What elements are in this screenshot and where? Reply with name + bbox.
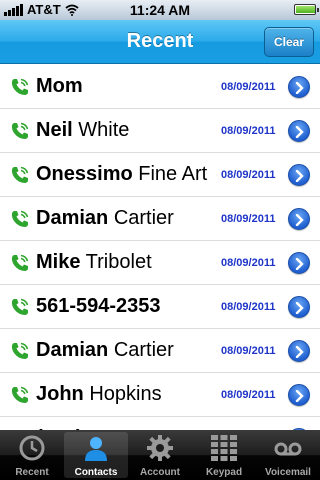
detail-disclosure-button[interactable]	[288, 120, 310, 142]
call-first-name: Mom	[36, 75, 83, 97]
call-name: Damian Cartier	[36, 207, 174, 230]
phone-icon	[10, 165, 30, 185]
tab-label: Voicemail	[265, 467, 311, 478]
detail-disclosure-button[interactable]	[288, 76, 310, 98]
call-name: John Hopkins	[36, 383, 162, 406]
voicemail-icon	[274, 434, 302, 462]
phone-icon	[10, 297, 30, 317]
call-date: 08/09/2011	[221, 169, 276, 181]
list-item[interactable]: Mike Tribolet 08/09/2011	[0, 241, 320, 285]
phone-icon	[10, 341, 30, 361]
list-item[interactable]: Damian Cartier 08/09/2011	[0, 329, 320, 373]
clock-icon	[18, 434, 46, 462]
call-first-name: Neil	[36, 119, 73, 141]
call-first-name: Damian	[36, 339, 109, 361]
call-date: 08/09/2011	[221, 345, 276, 357]
call-date: 08/09/2011	[221, 301, 276, 313]
tab-keypad[interactable]: Keypad	[192, 430, 256, 480]
phone-icon	[10, 77, 30, 97]
list-item[interactable]: Neil White 08/09/2011	[0, 109, 320, 153]
call-last-name: Fine Art	[138, 163, 208, 185]
call-name: Neil White	[36, 119, 129, 142]
battery-icon	[294, 4, 319, 15]
tab-voicemail[interactable]: Voicemail	[256, 430, 320, 480]
call-name: Mike Tribolet	[36, 251, 152, 274]
phone-icon	[10, 209, 30, 229]
tab-account[interactable]: Account	[128, 430, 192, 480]
call-first-name: John	[36, 383, 84, 405]
tab-label: Keypad	[205, 467, 243, 478]
call-name: 561-594-2353	[36, 295, 161, 318]
list-item[interactable]: Mom 08/09/2011	[0, 65, 320, 109]
status-bar: AT&T 11:24 AM	[0, 0, 320, 20]
list-item[interactable]: (561) 362-0483 08/09/2011	[0, 417, 320, 430]
clear-button[interactable]: Clear	[264, 27, 314, 57]
detail-disclosure-button[interactable]	[288, 384, 310, 406]
call-name: Onessimo Fine Art	[36, 163, 207, 186]
call-first-name: Damian	[36, 207, 109, 229]
list-item[interactable]: John Hopkins 08/09/2011	[0, 373, 320, 417]
detail-disclosure-button[interactable]	[288, 296, 310, 318]
tab-contacts[interactable]: Contacts	[64, 432, 128, 478]
call-last-name: White	[78, 119, 130, 141]
call-first-name: 561-594-2353	[36, 295, 161, 317]
list-item[interactable]: Damian Cartier 08/09/2011	[0, 197, 320, 241]
detail-disclosure-button[interactable]	[288, 340, 310, 362]
tab-recent[interactable]: Recent	[0, 430, 64, 480]
tab-bar: Recent Contacts Account Keypad Voicemail	[0, 430, 320, 480]
list-item[interactable]: Onessimo Fine Art 08/09/2011	[0, 153, 320, 197]
call-date: 08/09/2011	[221, 389, 276, 401]
phone-icon	[10, 253, 30, 273]
status-time: 11:24 AM	[129, 2, 191, 18]
call-last-name: Tribolet	[85, 251, 152, 273]
tab-label: Account	[140, 467, 180, 478]
phone-icon	[10, 121, 30, 141]
detail-disclosure-button[interactable]	[288, 164, 310, 186]
gear-icon	[146, 434, 174, 462]
list-item[interactable]: 561-594-2353 08/09/2011	[0, 285, 320, 329]
detail-disclosure-button[interactable]	[288, 208, 310, 230]
call-last-name: Hopkins	[89, 383, 162, 405]
call-date: 08/09/2011	[221, 213, 276, 225]
tab-label: Recent	[15, 467, 49, 478]
call-last-name: Cartier	[113, 339, 174, 361]
call-first-name: Onessimo	[36, 163, 133, 185]
phone-icon	[10, 385, 30, 405]
recent-calls-list[interactable]: Mom 08/09/2011 Neil White 08/09/2011 Onessi…	[0, 65, 320, 430]
call-name: Damian Cartier	[36, 339, 174, 362]
call-last-name: Cartier	[113, 207, 174, 229]
detail-disclosure-button[interactable]	[288, 252, 310, 274]
call-date: 08/09/2011	[221, 125, 276, 137]
call-name: Mom	[36, 75, 83, 98]
person-icon	[82, 434, 110, 462]
tab-label: Contacts	[74, 467, 118, 478]
call-date: 08/09/2011	[221, 81, 276, 93]
keypad-icon	[210, 434, 238, 462]
call-date: 08/09/2011	[221, 257, 276, 269]
navigation-bar: Recent Clear	[0, 20, 320, 64]
call-first-name: Mike	[36, 251, 81, 273]
